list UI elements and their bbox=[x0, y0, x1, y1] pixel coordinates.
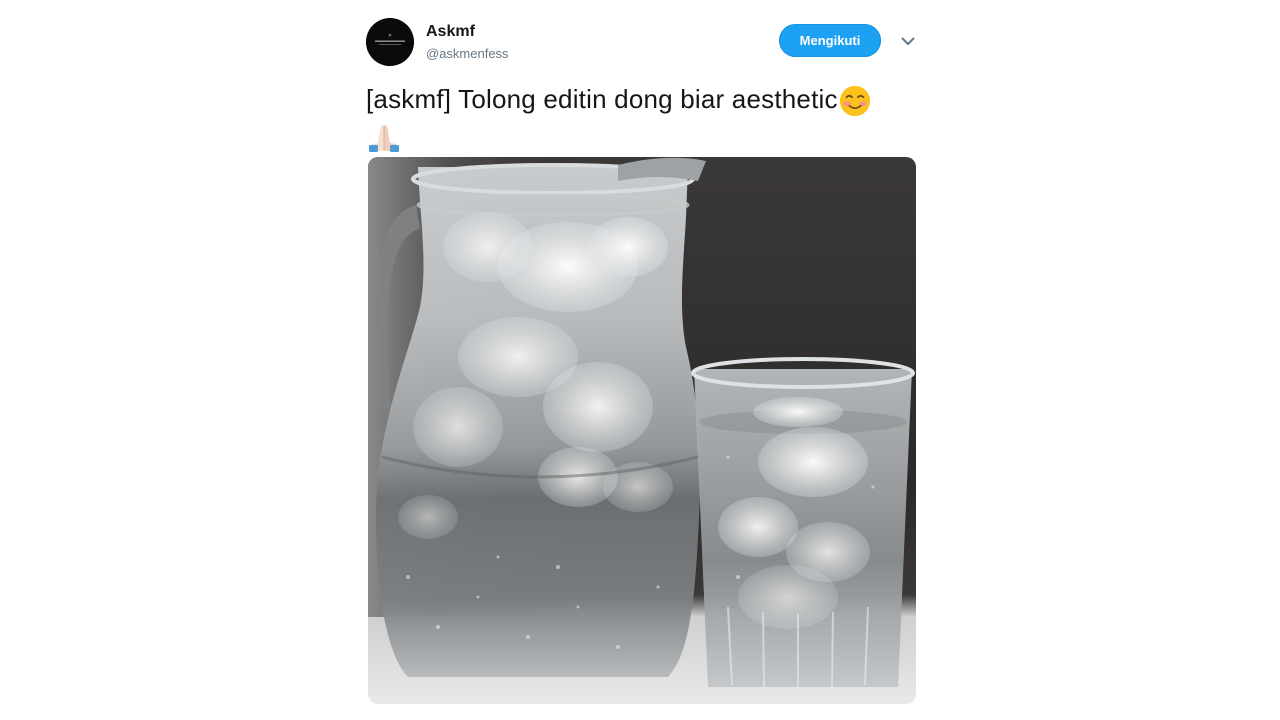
photo-water-jug-and-glass bbox=[368, 157, 916, 704]
tweet-text-body: [askmf] Tolong editin dong biar aestheti… bbox=[366, 84, 838, 114]
smiling-face-icon bbox=[838, 84, 872, 118]
tweet-photo[interactable] bbox=[368, 157, 916, 704]
user-handle[interactable]: @askmenfess bbox=[426, 46, 509, 61]
chevron-down-icon[interactable] bbox=[899, 32, 917, 50]
avatar[interactable]: ✕ bbox=[366, 18, 414, 66]
folded-hands-icon bbox=[366, 121, 402, 153]
tweet-text: [askmf] Tolong editin dong biar aestheti… bbox=[366, 82, 911, 153]
user-name[interactable]: Askmf bbox=[426, 23, 475, 41]
tweet-card: ✕ Askmf @askmenfess Mengikuti [askmf] To… bbox=[366, 18, 918, 708]
following-button[interactable]: Mengikuti bbox=[779, 24, 881, 57]
svg-text:✕: ✕ bbox=[388, 33, 392, 39]
askmf-logo-icon: ✕ bbox=[366, 18, 414, 66]
